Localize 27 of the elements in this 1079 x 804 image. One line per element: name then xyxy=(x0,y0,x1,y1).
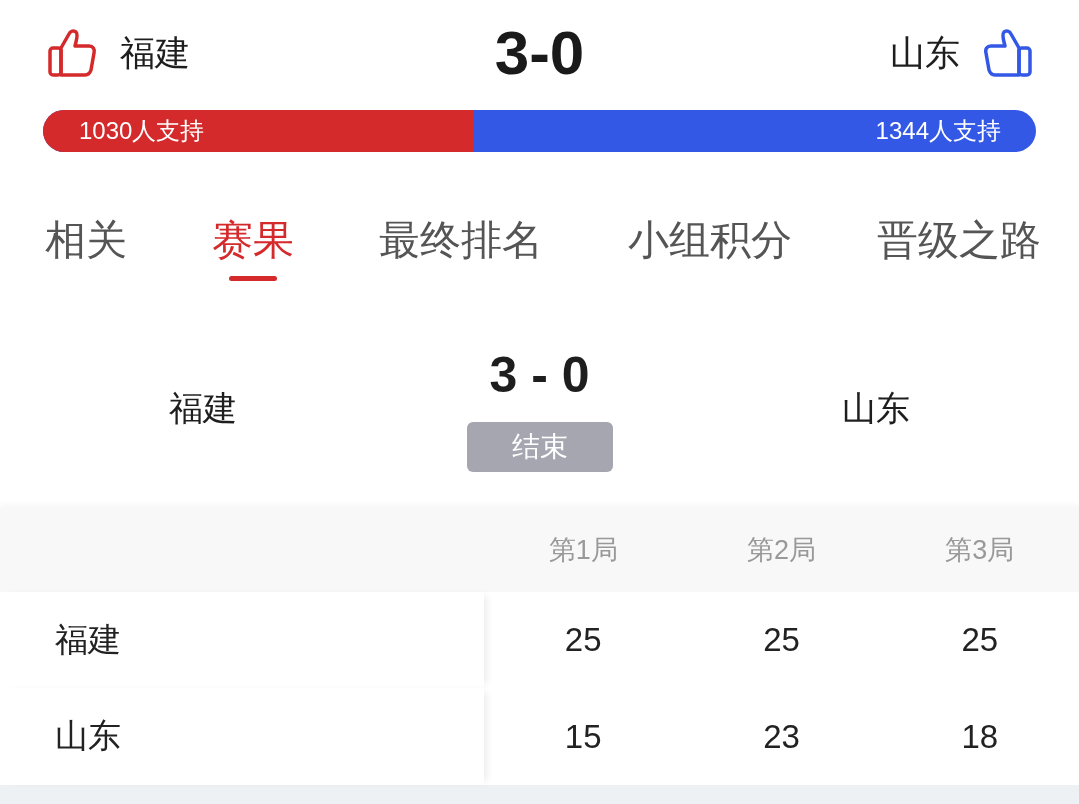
tab[interactable]: 相关 xyxy=(45,216,127,282)
status-badge: 结束 xyxy=(466,422,613,473)
team-cell: 福建 xyxy=(0,592,484,689)
match-score: 3-0 xyxy=(494,22,585,84)
column-header: 第1局 xyxy=(547,533,619,567)
score-cell-text: 25 xyxy=(563,620,603,661)
score-cell-text: 18 xyxy=(960,716,1000,757)
team-cell: 山东 xyxy=(0,688,484,786)
score-cell-text: 25 xyxy=(960,620,1000,661)
team-name: 山东 xyxy=(842,388,911,430)
tab[interactable]: 小组积分 xyxy=(628,216,792,282)
score-cell-text: 23 xyxy=(762,716,801,757)
score-cell-text: 15 xyxy=(563,716,603,757)
thumbs-up-icon[interactable] xyxy=(47,28,97,78)
team-name: 福建 xyxy=(168,388,237,430)
tab[interactable]: 赛果 xyxy=(212,216,294,282)
team-name: 山东 xyxy=(890,32,960,74)
support-count: 1344人支持 xyxy=(875,116,1001,146)
thumbs-up-icon[interactable] xyxy=(983,28,1033,78)
match-score: 3 - 0 xyxy=(489,346,590,406)
tab[interactable]: 晋级之路 xyxy=(877,216,1041,282)
support-count: 1030人支持 xyxy=(78,116,205,146)
column-header: 第3局 xyxy=(944,533,1016,567)
team-name: 福建 xyxy=(120,32,190,74)
column-header: 第2局 xyxy=(745,533,817,567)
score-cell-text: 25 xyxy=(762,620,801,661)
tab[interactable]: 最终排名 xyxy=(379,216,543,282)
